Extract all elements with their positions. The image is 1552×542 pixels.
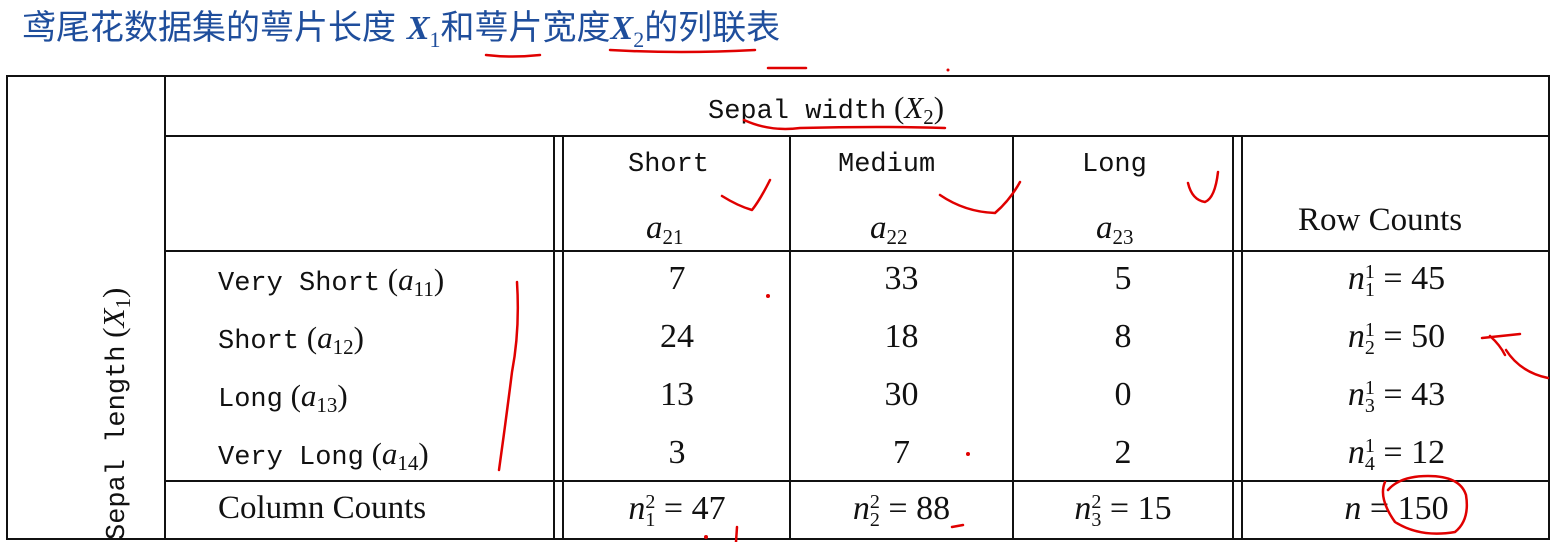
column-count-2: n22 = 88 bbox=[852, 490, 951, 532]
title-x2: X2 bbox=[610, 10, 645, 52]
row-label-long: Long (a13) bbox=[218, 378, 348, 417]
rule-above-column-counts bbox=[164, 480, 1550, 482]
row-label-very-short: Very Short (a11) bbox=[218, 262, 445, 301]
cell-r1-c3: 5 bbox=[1114, 260, 1132, 297]
rule-under-group-header bbox=[164, 135, 1550, 137]
row-label-very-long: Very Long (a14) bbox=[218, 436, 429, 475]
column-counts-label: Column Counts bbox=[218, 490, 427, 526]
column-count-1: n21 = 47 bbox=[628, 490, 726, 532]
row-label-short: Short (a12) bbox=[218, 320, 364, 359]
cell-r1-c1: 7 bbox=[668, 260, 686, 297]
dot-4 bbox=[946, 68, 950, 72]
title-suffix: 的列联表 bbox=[644, 8, 781, 48]
cell-r1-c2: 33 bbox=[884, 260, 919, 297]
title-middle: 和萼片宽度 bbox=[440, 8, 611, 48]
cell-r3-c1: 13 bbox=[660, 376, 694, 413]
rule-under-column-header bbox=[164, 250, 1550, 252]
row-count-1: n11 = 45 bbox=[1347, 260, 1446, 302]
cell-r2-c2: 18 bbox=[884, 318, 919, 355]
title-x1: X1 bbox=[406, 10, 441, 52]
page-title: 鸢尾花数据集的萼片长度 X1和萼片宽度X2的列联表 bbox=[22, 4, 780, 64]
col-code-a21: a21 bbox=[646, 210, 684, 249]
rule-double-1a bbox=[553, 136, 555, 540]
cell-r2-c3: 8 bbox=[1114, 318, 1132, 355]
row-group-label: Sepal length (X1) bbox=[96, 287, 135, 540]
rule-left-label-col bbox=[164, 75, 166, 540]
column-group-header: Sepal width (X2) bbox=[708, 90, 945, 129]
cell-r3-c2: 30 bbox=[884, 376, 919, 413]
rule-double-2a bbox=[1232, 136, 1234, 540]
column-count-3: n23 = 15 bbox=[1074, 490, 1172, 532]
grand-total: n = 150 bbox=[1344, 490, 1449, 527]
rule-double-1b bbox=[562, 136, 564, 540]
row-count-3: n13 = 43 bbox=[1347, 376, 1446, 418]
cell-r4-c3: 2 bbox=[1114, 434, 1132, 471]
col-code-a22: a22 bbox=[870, 210, 908, 249]
cell-r4-c2: 7 bbox=[893, 434, 910, 471]
col-header-medium: Medium bbox=[838, 150, 936, 180]
row-count-4: n14 = 12 bbox=[1347, 434, 1446, 476]
title-prefix: 鸢尾花数据集的萼片长度 bbox=[22, 8, 407, 48]
col-header-short: Short bbox=[628, 150, 710, 180]
col-code-a23: a23 bbox=[1096, 210, 1134, 249]
cell-r3-c3: 0 bbox=[1114, 376, 1132, 413]
cell-r4-c1: 3 bbox=[668, 434, 686, 471]
cell-r2-c1: 24 bbox=[660, 318, 694, 355]
col-header-long: Long bbox=[1082, 150, 1147, 180]
row-count-2: n12 = 50 bbox=[1347, 318, 1446, 360]
row-counts-header: Row Counts bbox=[1298, 202, 1463, 238]
